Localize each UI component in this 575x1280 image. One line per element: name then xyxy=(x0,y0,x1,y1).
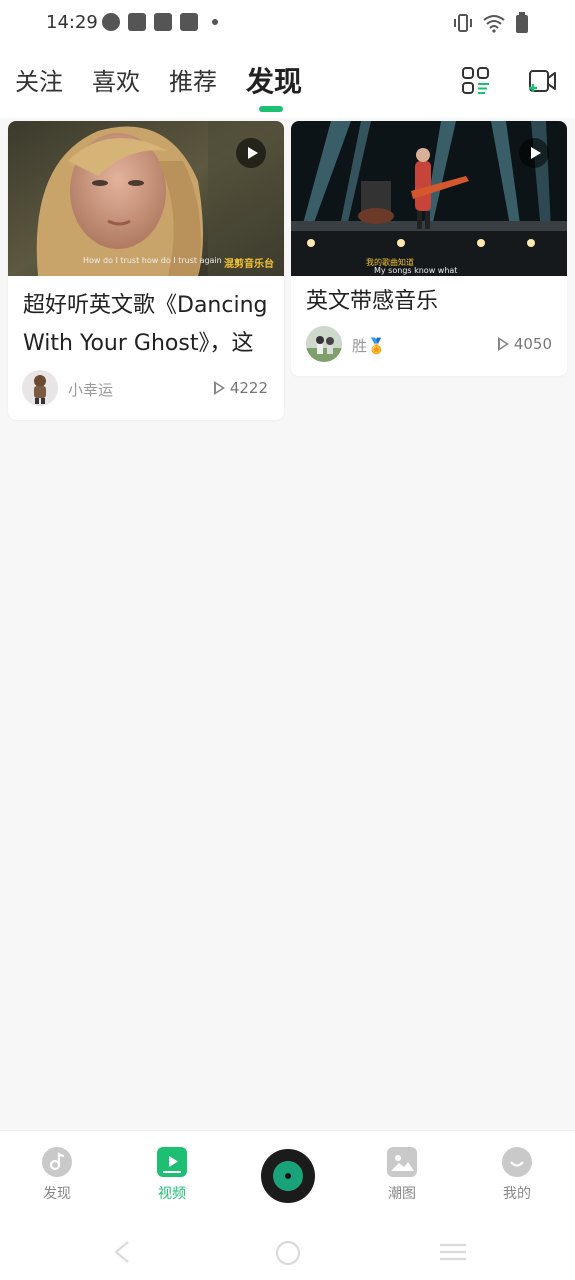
video-card[interactable]: 我的歌曲知道 My songs know what 英文带感音乐 胜🏅 4050 xyxy=(291,121,567,376)
video-title[interactable]: 超好听英文歌《Dancing With Your Ghost》，这 xyxy=(23,287,267,363)
wifi-icon xyxy=(483,15,505,33)
video-play-icon xyxy=(157,1147,187,1177)
vinyl-disc-icon[interactable] xyxy=(261,1149,315,1203)
nav-label: 发现 xyxy=(43,1186,71,1202)
nav-trend-images[interactable]: 潮图 xyxy=(372,1147,432,1203)
menu-icon[interactable] xyxy=(439,1242,467,1262)
dot-icon xyxy=(212,19,218,25)
bottom-navigation: 发现 视频 潮图 我的 xyxy=(0,1130,575,1220)
system-navigation-bar xyxy=(0,1220,575,1280)
system-status-icons xyxy=(453,12,529,34)
author-name[interactable]: 小幸运 xyxy=(68,379,113,400)
active-tab-indicator xyxy=(259,106,283,112)
video-feed: How do I trust how do I trust again 混剪音乐… xyxy=(0,118,575,1130)
nav-label: 我的 xyxy=(503,1186,531,1202)
image-icon xyxy=(387,1147,417,1177)
play-count: 4222 xyxy=(213,379,268,397)
tab-recommend[interactable]: 推荐 xyxy=(169,62,217,97)
play-badge-icon xyxy=(236,138,266,168)
video-title-line: With Your Ghost》，这 xyxy=(23,331,254,356)
video-thumbnail[interactable]: How do I trust how do I trust again 混剪音乐… xyxy=(8,121,284,276)
nav-label: 潮图 xyxy=(388,1186,416,1202)
notification-icons xyxy=(102,13,218,31)
category-grid-icon[interactable] xyxy=(461,66,491,96)
top-tab-bar: 关注 喜欢 推荐 发现 xyxy=(0,48,575,118)
shopping-bag-icon xyxy=(154,13,172,31)
play-count-icon xyxy=(213,381,225,395)
profile-face-icon xyxy=(502,1147,532,1177)
nav-profile[interactable]: 我的 xyxy=(487,1147,547,1203)
video-title[interactable]: 英文带感音乐 xyxy=(306,283,438,321)
tab-follow[interactable]: 关注 xyxy=(15,62,63,97)
home-icon[interactable] xyxy=(275,1240,301,1266)
video-upload-icon[interactable] xyxy=(527,66,557,96)
battery-icon xyxy=(516,12,528,33)
speedometer-icon xyxy=(102,13,120,31)
avatar[interactable] xyxy=(22,370,58,406)
avatar[interactable] xyxy=(306,326,342,362)
play-count: 4050 xyxy=(497,335,552,353)
play-count-value: 4050 xyxy=(513,335,552,353)
nav-video[interactable]: 视频 xyxy=(142,1147,202,1203)
tab-discover[interactable]: 发现 xyxy=(246,60,302,100)
shopping-bag-icon xyxy=(128,13,146,31)
thumbnail-watermark: 混剪音乐台 xyxy=(224,259,274,270)
play-count-icon xyxy=(497,337,509,351)
play-count-value: 4222 xyxy=(229,379,268,397)
tab-likes[interactable]: 喜欢 xyxy=(92,62,140,97)
nav-discover[interactable]: 发现 xyxy=(27,1147,87,1203)
video-card[interactable]: How do I trust how do I trust again 混剪音乐… xyxy=(8,121,284,420)
video-thumbnail[interactable]: 我的歌曲知道 My songs know what xyxy=(291,121,567,276)
avatar-image xyxy=(306,326,342,362)
status-time: 14:29 xyxy=(46,12,98,33)
thumbnail-subtitle: How do I trust how do I trust again xyxy=(83,256,222,265)
author-name[interactable]: 胜🏅 xyxy=(352,335,386,356)
video-title-line: 超好听英文歌《Dancing xyxy=(23,293,268,318)
status-bar: 14:29 xyxy=(0,0,575,48)
shopping-bag-icon xyxy=(180,13,198,31)
vibrate-icon xyxy=(454,14,472,32)
nav-label: 视频 xyxy=(158,1186,186,1202)
thumbnail-subtitle: My songs know what xyxy=(374,266,458,275)
back-icon[interactable] xyxy=(112,1240,132,1264)
music-note-icon xyxy=(42,1147,72,1177)
play-badge-icon xyxy=(519,138,549,168)
avatar-image xyxy=(34,375,46,404)
